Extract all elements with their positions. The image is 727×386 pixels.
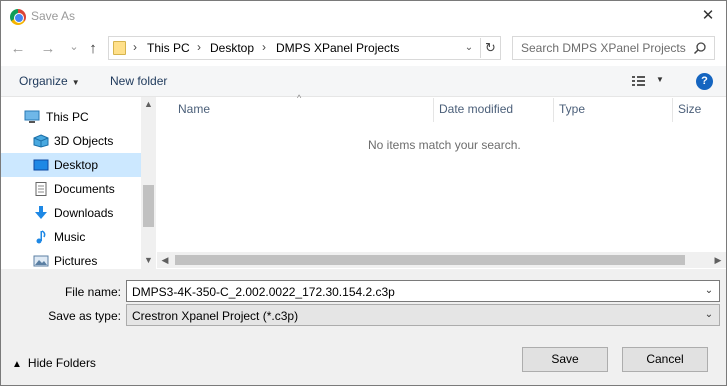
sidebar-item-music[interactable]: Music xyxy=(1,225,141,249)
chevron-down-icon[interactable]: ⌄ xyxy=(701,307,717,323)
breadcrumb-separator: › xyxy=(262,40,266,54)
scroll-up-icon[interactable]: ▲ xyxy=(141,97,156,111)
sidebar-item-label: Pictures xyxy=(54,254,98,268)
sidebar-item-documents[interactable]: Documents xyxy=(1,177,141,201)
filename-label: File name: xyxy=(64,285,121,299)
music-icon xyxy=(36,230,46,244)
sort-indicator-icon: ^ xyxy=(297,93,302,103)
sidebar-item-3d-objects[interactable]: 3D Objects xyxy=(1,129,141,153)
window-title: Save As xyxy=(31,9,76,23)
navigation-pane: This PC 3D Objects Desktop Documents Dow… xyxy=(1,97,156,269)
search-box[interactable]: Search DMPS XPanel Projects xyxy=(512,36,715,60)
up-button[interactable]: ↑ xyxy=(83,38,103,60)
sidebar-item-label: Desktop xyxy=(54,158,99,172)
sidebar-item-label: 3D Objects xyxy=(54,134,114,148)
caret-up-icon: ▲ xyxy=(12,359,22,370)
sidebar-item-label: Downloads xyxy=(54,206,114,220)
view-dropdown-icon[interactable]: ▼ xyxy=(656,75,664,84)
sidebar-item-pictures[interactable]: Pictures xyxy=(1,249,141,269)
desktop-icon xyxy=(33,159,49,171)
back-button[interactable]: ← xyxy=(8,38,28,60)
sidebar-item-downloads[interactable]: Downloads xyxy=(1,201,141,225)
documents-icon xyxy=(35,182,47,196)
scrollbar-thumb[interactable] xyxy=(175,255,685,265)
help-icon[interactable]: ? xyxy=(696,73,713,90)
view-options-icon[interactable] xyxy=(631,75,649,87)
column-divider[interactable] xyxy=(553,98,554,122)
new-folder-button[interactable]: New folder xyxy=(110,74,167,88)
filename-value: DMPS3-4K-350-C_2.002.0022_172.30.154.2.c… xyxy=(132,285,395,299)
sidebar-item-label: This PC xyxy=(46,110,89,124)
breadcrumb-separator: › xyxy=(197,40,201,54)
caret-down-icon: ▼ xyxy=(71,78,80,87)
navigation-pane-scrollbar[interactable]: ▲ ▼ xyxy=(141,97,156,269)
breadcrumb-desktop[interactable]: Desktop xyxy=(210,41,254,55)
folder-icon xyxy=(113,41,126,55)
chrome-icon xyxy=(10,9,26,25)
breadcrumb-dmps-xpanel-projects[interactable]: DMPS XPanel Projects xyxy=(276,41,399,55)
save-as-type-value: Crestron Xpanel Project (*.c3p) xyxy=(132,309,299,323)
column-header-type[interactable]: Type xyxy=(559,102,585,116)
chevron-down-icon[interactable]: ⌄ xyxy=(701,283,717,299)
pc-icon xyxy=(24,110,40,123)
scroll-left-icon[interactable]: ◀ xyxy=(157,252,173,268)
scroll-right-icon[interactable]: ▶ xyxy=(710,252,726,268)
scroll-down-icon[interactable]: ▼ xyxy=(141,253,156,267)
search-placeholder: Search DMPS XPanel Projects xyxy=(521,41,686,55)
filename-field[interactable]: DMPS3-4K-350-C_2.002.0022_172.30.154.2.c… xyxy=(126,280,720,302)
sidebar-item-desktop[interactable]: Desktop xyxy=(1,153,141,177)
3d-objects-icon xyxy=(33,134,49,148)
title-bar: Save As ✕ xyxy=(1,1,726,31)
column-divider[interactable] xyxy=(433,98,434,122)
chevron-down-icon[interactable]: ⌄ xyxy=(461,39,477,57)
column-header-size[interactable]: Size xyxy=(678,102,701,116)
cancel-button[interactable]: Cancel xyxy=(622,347,708,372)
file-list-horizontal-scrollbar[interactable]: ◀ ▶ xyxy=(157,252,726,268)
column-header-date-modified[interactable]: Date modified xyxy=(439,102,513,116)
address-bar[interactable]: › This PC › Desktop › DMPS XPanel Projec… xyxy=(108,36,501,60)
organize-button[interactable]: Organize ▼ xyxy=(19,74,80,88)
downloads-icon xyxy=(35,206,47,219)
hide-folders-button[interactable]: ▲ Hide Folders xyxy=(12,356,96,370)
column-header-name[interactable]: Name xyxy=(178,102,210,116)
pictures-icon xyxy=(33,255,49,267)
search-icon[interactable] xyxy=(693,41,707,55)
hide-folders-label: Hide Folders xyxy=(27,356,96,370)
save-button[interactable]: Save xyxy=(522,347,608,372)
recent-locations-button[interactable]: ⌄ xyxy=(64,36,84,58)
scrollbar-thumb[interactable] xyxy=(143,185,154,227)
organize-label: Organize xyxy=(19,74,68,88)
refresh-icon[interactable]: ↻ xyxy=(480,38,500,58)
close-button[interactable]: ✕ xyxy=(691,3,725,29)
save-as-type-select[interactable]: Crestron Xpanel Project (*.c3p) ⌄ xyxy=(126,304,720,326)
save-as-type-label: Save as type: xyxy=(48,309,121,323)
forward-button[interactable]: → xyxy=(38,38,58,60)
column-divider[interactable] xyxy=(672,98,673,122)
command-bar: Organize ▼ New folder ▼ ? xyxy=(1,66,726,97)
breadcrumb-this-pc[interactable]: This PC xyxy=(147,41,190,55)
breadcrumb-separator: › xyxy=(133,40,137,54)
sidebar-item-this-pc[interactable]: This PC xyxy=(1,105,141,129)
sidebar-item-label: Documents xyxy=(54,182,115,196)
sidebar-item-label: Music xyxy=(54,230,86,244)
empty-folder-message: No items match your search. xyxy=(368,138,521,152)
